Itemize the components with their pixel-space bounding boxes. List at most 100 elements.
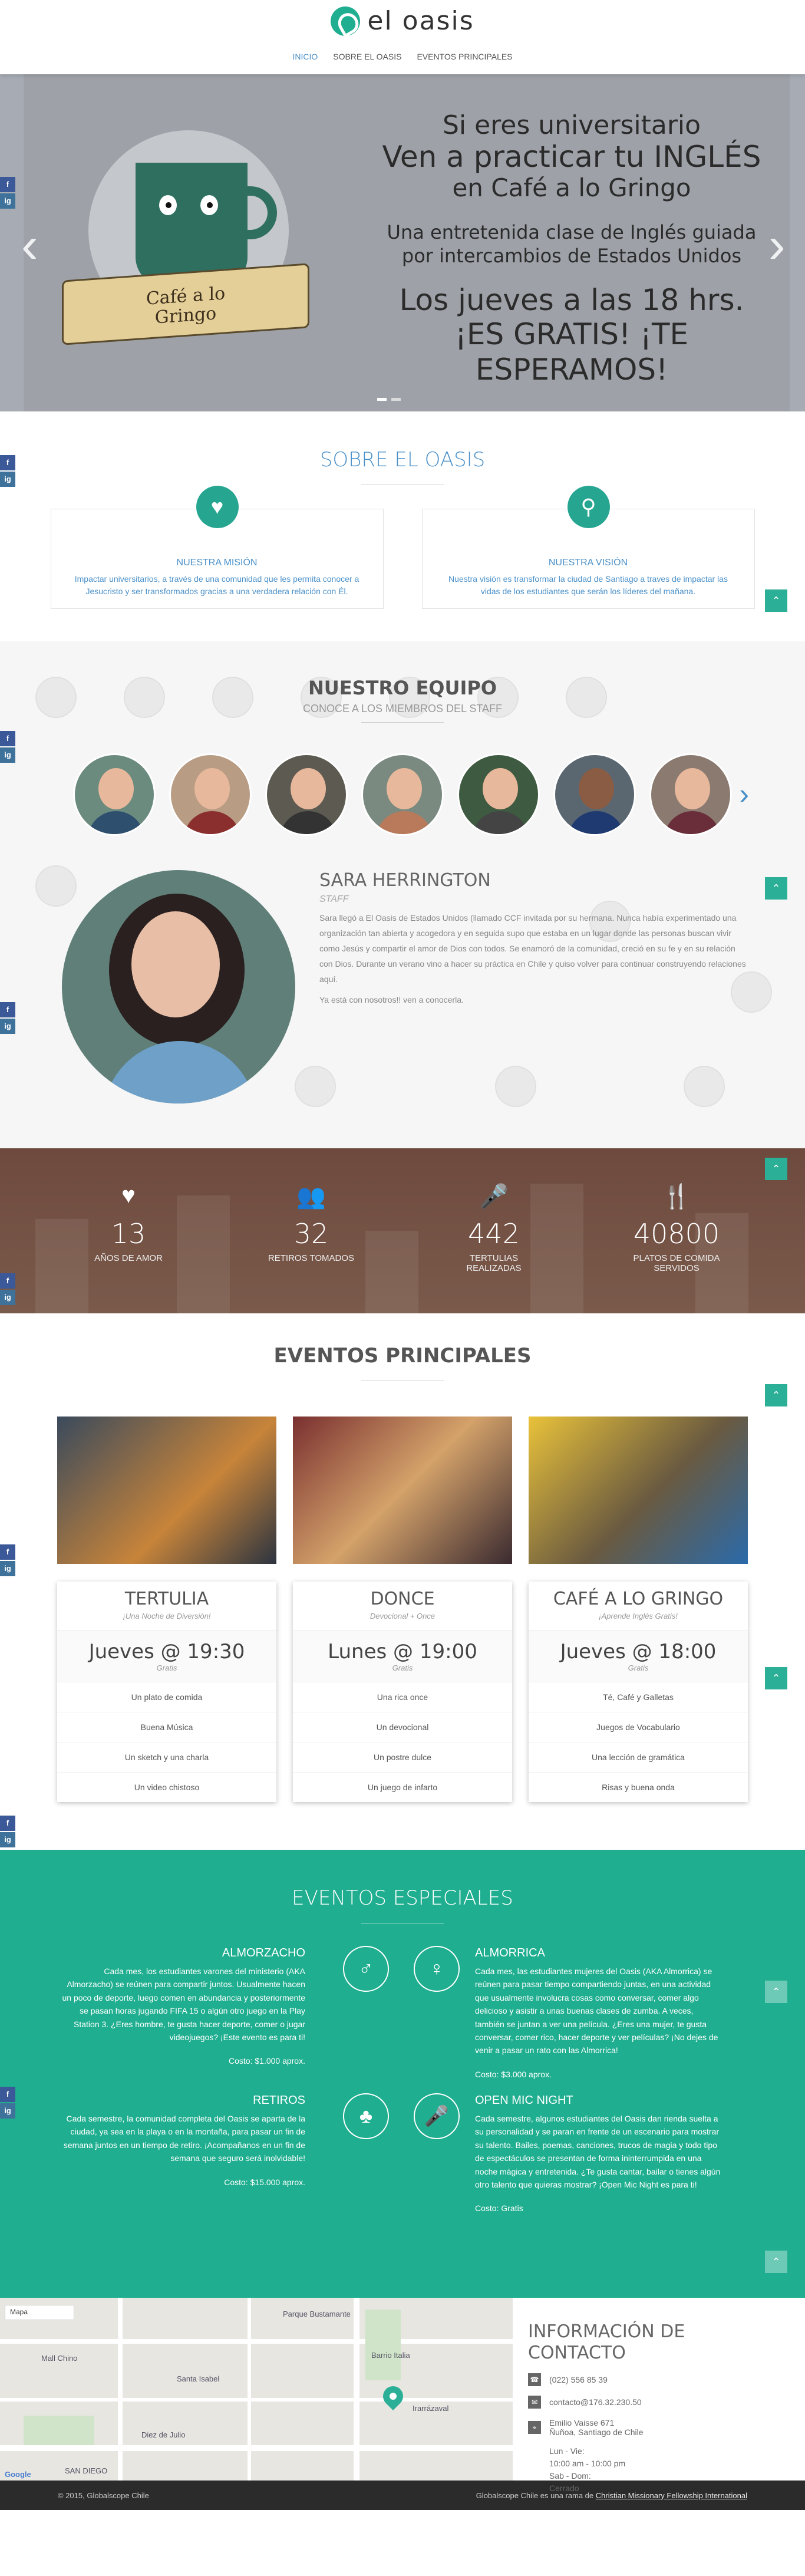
special-event-cost: Costo: $15.000 aprox. <box>224 2177 305 2187</box>
scroll-up-button[interactable]: ⌃ <box>765 1667 787 1689</box>
contact-email[interactable]: contacto@176.32.230.50 <box>549 2397 642 2407</box>
hours-line: Cerrado <box>549 2483 579 2493</box>
special-event-text: Cada mes, las estudiantes mujeres del Oa… <box>475 1966 718 2055</box>
map-road <box>0 2339 513 2344</box>
section-title: SOBRE EL OASIS <box>319 448 486 472</box>
team-member-photo[interactable] <box>265 753 348 836</box>
instagram-icon[interactable]: ig <box>0 472 15 487</box>
map-type-select[interactable]: Mapa <box>5 2305 74 2320</box>
event-name: CAFÉ A LO GRINGO <box>553 1589 724 1609</box>
event-photo <box>293 1417 512 1564</box>
scroll-up-button[interactable]: ⌃ <box>765 1384 787 1406</box>
scroll-up-button[interactable]: ⌃ <box>765 1158 787 1180</box>
vision-text: Nuestra visión es transformar la ciudad … <box>448 574 728 596</box>
microphone-icon: 🎤 <box>479 1184 509 1210</box>
special-event-text: Cada semestre, la comunidad completa del… <box>63 2114 305 2163</box>
eventos-section: EVENTOS PRINCIPALES TERTULIA ¡Una Noche … <box>0 1313 805 1850</box>
hero-line: por intercambios de Estados Unidos <box>401 244 742 267</box>
special-event-name: RETIROS <box>253 2094 305 2107</box>
scroll-up-button[interactable]: ⌃ <box>765 2251 787 2273</box>
event-photo <box>529 1417 748 1564</box>
team-member-photo[interactable] <box>169 753 252 836</box>
team-carousel: › <box>0 753 805 836</box>
team-member-photo[interactable] <box>361 753 444 836</box>
instagram-icon[interactable]: ig <box>0 1561 15 1576</box>
nav-item-eventos[interactable]: EVENTOS PRINCIPALES <box>417 52 512 61</box>
social-share-bar: f ig <box>0 1002 17 1035</box>
special-event-cost: Costo: $1.000 aprox. <box>229 2056 305 2066</box>
section-subtitle: CONOCE A LOS MIEMBROS DEL STAFF <box>302 703 503 714</box>
event-feature: Un postre dulce <box>293 1742 512 1773</box>
event-card: TERTULIA ¡Una Noche de Diversión! Jueves… <box>57 1417 276 1802</box>
map-pin-icon[interactable] <box>378 2381 408 2411</box>
scroll-up-button[interactable]: ⌃ <box>765 1981 787 2003</box>
slider-dot[interactable] <box>391 398 401 401</box>
map-park <box>365 2310 401 2380</box>
map-road <box>0 2398 513 2402</box>
instagram-icon[interactable]: ig <box>0 1290 15 1305</box>
facebook-icon[interactable]: f <box>0 731 15 746</box>
stat-value: 13 <box>111 1218 146 1250</box>
facebook-icon[interactable]: f <box>0 177 15 192</box>
map-label: SAN DIEGO <box>65 2466 108 2475</box>
profile-cta: Ya está con nosotros!! ven a conocerla. <box>319 995 464 1005</box>
map-label: Mall Chino <box>41 2354 78 2363</box>
facebook-icon[interactable]: f <box>0 2087 15 2102</box>
address-line: Ñuñoa, Santiago de Chile <box>549 2427 644 2437</box>
event-feature: Juegos de Vocabulario <box>529 1712 748 1742</box>
facebook-icon[interactable]: f <box>0 1544 15 1560</box>
facebook-icon[interactable]: f <box>0 1273 15 1289</box>
event-time: Jueves @ 18:00 <box>560 1640 717 1663</box>
event-card: CAFÉ A LO GRINGO ¡Aprende Inglés Gratis!… <box>529 1417 748 1802</box>
event-name: DONCE <box>370 1589 435 1609</box>
special-event-name: OPEN MIC NIGHT <box>475 2094 573 2107</box>
nav-item-inicio[interactable]: INICIO <box>292 52 318 61</box>
contact-address: Emilio Vaisse 671 Ñuñoa, Santiago de Chi… <box>549 2418 644 2437</box>
team-member-photo[interactable] <box>553 753 636 836</box>
event-time-block: Jueves @ 19:30 Gratis <box>57 1630 276 1682</box>
contact-address-row: ⌖ Emilio Vaisse 671 Ñuñoa, Santiago de C… <box>528 2418 776 2437</box>
instagram-icon[interactable]: ig <box>0 1832 15 1847</box>
hours-line: Lun - Vie: <box>549 2446 585 2456</box>
stat-value: 442 <box>468 1218 520 1250</box>
social-share-bar: f ig <box>0 1544 17 1577</box>
slider-next-button[interactable]: › <box>768 220 786 271</box>
section-title: EVENTOS PRINCIPALES <box>273 1344 532 1368</box>
team-member-photo[interactable] <box>73 753 156 836</box>
team-next-button[interactable]: › <box>739 777 749 811</box>
site-logo[interactable]: el oasis <box>331 6 474 36</box>
team-member-photo[interactable] <box>457 753 540 836</box>
facebook-icon[interactable]: f <box>0 1002 15 1017</box>
nav-item-sobre[interactable]: SOBRE EL OASIS <box>333 52 401 61</box>
scroll-up-button[interactable]: ⌃ <box>765 589 787 612</box>
profile-role: STAFF <box>319 894 349 904</box>
mug-eye <box>159 195 177 215</box>
slider-dot[interactable] <box>377 398 387 401</box>
slider-prev-button[interactable]: ‹ <box>21 220 38 271</box>
event-price: Gratis <box>392 1663 413 1672</box>
stat-value: 40800 <box>633 1218 720 1250</box>
team-profile: SARA HERRINGTON STAFF Sara llegó a El Oa… <box>0 870 805 1124</box>
instagram-icon[interactable]: ig <box>0 2103 15 2119</box>
contact-email-row: ✉ contacto@176.32.230.50 <box>528 2396 776 2409</box>
facebook-icon[interactable]: f <box>0 455 15 470</box>
instagram-icon[interactable]: ig <box>0 747 15 763</box>
social-share-bar: f ig <box>0 177 17 210</box>
scroll-up-button[interactable]: ⌃ <box>765 877 787 900</box>
location-map[interactable]: Mapa Mall Chino SAN DIEGO Diez de Julio … <box>0 2298 513 2481</box>
event-time-block: Lunes @ 19:00 Gratis <box>293 1630 512 1682</box>
stat-item: ♥ 13 AÑOS DE AMOR <box>78 1182 179 1273</box>
instagram-icon[interactable]: ig <box>0 193 15 209</box>
facebook-icon[interactable]: f <box>0 1816 15 1831</box>
stat-label: TERTULIAS REALIZADAS <box>466 1253 522 1273</box>
instagram-icon[interactable]: ig <box>0 1019 15 1034</box>
contact-info: INFORMACIÓN DE CONTACTO ☎ (022) 556 85 3… <box>528 2321 776 2495</box>
event-name: TERTULIA <box>124 1589 209 1609</box>
special-event-name: ALMORRICA <box>475 1946 545 1959</box>
contact-section: Mapa Mall Chino SAN DIEGO Diez de Julio … <box>0 2298 805 2493</box>
team-member-photo[interactable] <box>649 753 732 836</box>
female-icon: ♀ <box>414 1946 460 1992</box>
map-label: Barrio Italia <box>371 2351 410 2360</box>
events-row: TERTULIA ¡Una Noche de Diversión! Jueves… <box>0 1417 805 1802</box>
contact-phone[interactable]: (022) 556 85 39 <box>549 2375 608 2384</box>
